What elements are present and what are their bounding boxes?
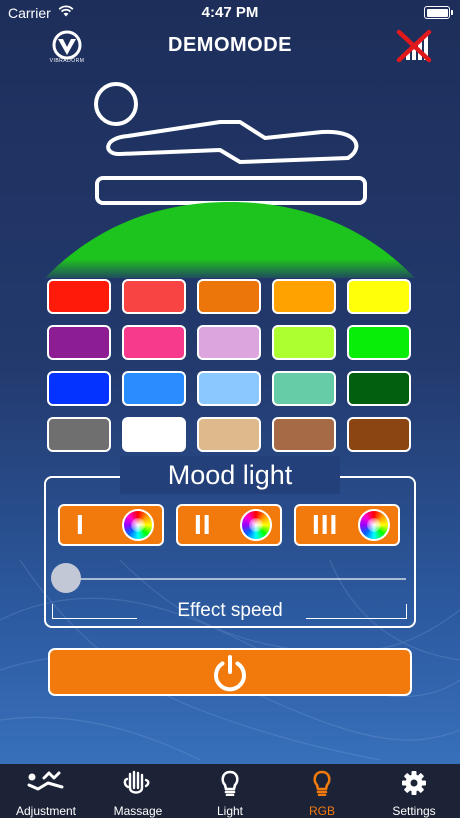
color-swatch[interactable]	[47, 417, 111, 452]
tab-label: RGB	[308, 804, 335, 818]
color-swatch[interactable]	[272, 371, 336, 406]
page-title: DEMOMODE	[168, 34, 292, 56]
gear-icon	[402, 771, 426, 795]
massage-icon	[123, 770, 150, 794]
color-swatch[interactable]	[122, 417, 186, 452]
bulb-icon	[313, 770, 331, 796]
no-signal-icon[interactable]	[396, 28, 432, 64]
status-time: 4:47 PM	[201, 4, 259, 21]
color-swatch[interactable]	[122, 371, 186, 406]
color-swatch[interactable]	[272, 325, 336, 360]
color-swatch[interactable]	[122, 279, 186, 314]
mood-button-3[interactable]: III	[294, 504, 400, 546]
light-preview-dome	[45, 202, 415, 278]
color-wheel-icon	[240, 509, 272, 541]
bulb-icon	[221, 770, 239, 796]
mood-button-label: I	[76, 509, 85, 540]
color-swatch[interactable]	[197, 325, 261, 360]
tab-bar: Adjustment Massage Light RGB Settings	[0, 764, 460, 818]
color-wheel-icon	[122, 509, 154, 541]
logo-text: VIBRADORM	[49, 58, 85, 64]
color-wheel-icon	[358, 509, 390, 541]
mood-light-title: Mood light	[120, 456, 340, 494]
color-swatch[interactable]	[272, 417, 336, 452]
battery-icon	[424, 6, 453, 19]
tab-label: Light	[216, 804, 244, 818]
status-bar: Carrier 4:47 PM	[0, 0, 460, 26]
tab-label: Settings	[392, 804, 436, 818]
color-swatch[interactable]	[347, 325, 411, 360]
screen: Carrier 4:47 PM VIBRADORM DEMOMODE Mood …	[0, 0, 460, 818]
tab-rgb[interactable]: RGB	[276, 764, 368, 818]
color-swatch[interactable]	[347, 417, 411, 452]
color-swatch[interactable]	[347, 371, 411, 406]
tab-label: Adjustment	[15, 804, 77, 818]
color-swatch[interactable]	[197, 371, 261, 406]
color-swatch[interactable]	[47, 371, 111, 406]
adjustment-icon	[27, 771, 64, 791]
power-icon	[214, 655, 246, 692]
tab-adjustment[interactable]: Adjustment	[0, 764, 92, 818]
mood-button-label: III	[312, 509, 339, 540]
color-swatch[interactable]	[197, 279, 261, 314]
color-palette	[47, 279, 415, 452]
tab-massage[interactable]: Massage	[92, 764, 184, 818]
divider	[52, 604, 137, 619]
tab-settings[interactable]: Settings	[368, 764, 460, 818]
divider	[306, 604, 407, 619]
mood-button-1[interactable]: I	[58, 504, 164, 546]
tab-light[interactable]: Light	[184, 764, 276, 818]
effect-speed-slider[interactable]	[60, 578, 406, 580]
effect-speed-label: Effect speed	[177, 600, 283, 621]
color-swatch[interactable]	[272, 279, 336, 314]
color-swatch[interactable]	[197, 417, 261, 452]
color-swatch[interactable]	[47, 279, 111, 314]
color-swatch[interactable]	[122, 325, 186, 360]
tab-label: Massage	[113, 804, 163, 818]
mood-button-2[interactable]: II	[176, 504, 282, 546]
effect-speed-slider-thumb[interactable]	[51, 563, 81, 593]
mood-button-label: II	[194, 509, 212, 540]
color-swatch[interactable]	[347, 279, 411, 314]
power-button[interactable]	[48, 648, 412, 696]
bed-illustration	[94, 82, 367, 205]
color-swatch[interactable]	[47, 325, 111, 360]
